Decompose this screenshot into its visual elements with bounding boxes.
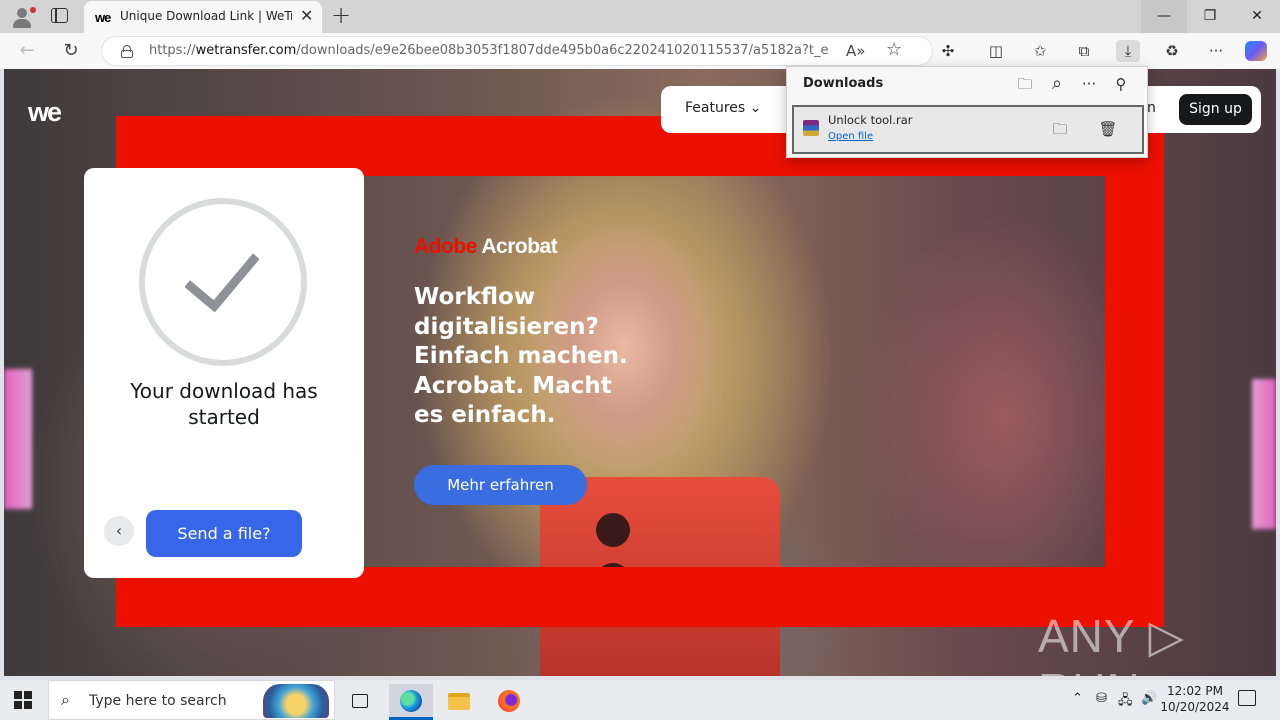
download-card: Your download has started ‹ Send a file? <box>84 168 364 578</box>
open-downloads-folder-icon[interactable]: 🗀 <box>1014 74 1036 94</box>
extensions-icon[interactable]: ✣ <box>936 40 960 62</box>
read-aloud-icon[interactable]: A» <box>846 41 865 61</box>
search-icon: ⌕ <box>61 690 70 709</box>
open-file-link[interactable]: Open file <box>828 131 873 142</box>
task-view-icon[interactable] <box>338 684 382 720</box>
delete-icon[interactable]: 🗑 <box>1096 118 1120 140</box>
wetransfer-logo[interactable]: we <box>28 97 62 128</box>
tray-device-icon[interactable]: ⛁ <box>1096 691 1107 706</box>
ad-line: Acrobat. Macht <box>414 372 612 399</box>
clock-time: 12:02 PM <box>1167 684 1223 698</box>
tab-wetransfer[interactable]: we Unique Download Link | WeTransfer ✕ <box>84 1 322 33</box>
taskbar: ⌕ Type here to search ⌃ ⛁ 🖧 🔊 12:02 PM 1… <box>0 680 1280 720</box>
downloads-flyout: Downloads 🗀 ⌕ ··· ⚲ Unlock tool.rar Open… <box>786 66 1148 158</box>
ad-line: digitalisieren? <box>414 313 599 340</box>
more-options-icon[interactable]: ··· <box>1078 74 1100 94</box>
pin-icon[interactable]: ⚲ <box>1110 74 1132 94</box>
volume-icon[interactable]: 🔊 <box>1141 691 1157 706</box>
send-file-button[interactable]: Send a file? <box>146 510 302 557</box>
ad-line: Einfach machen. <box>414 343 628 369</box>
tab-close-icon[interactable]: ✕ <box>300 7 313 25</box>
minimize-button[interactable]: — <box>1141 0 1187 33</box>
show-in-folder-icon[interactable]: 🗀 <box>1048 118 1072 140</box>
favorite-star-icon[interactable]: ☆ <box>886 40 902 60</box>
lock-icon[interactable] <box>121 45 133 58</box>
sign-up-button[interactable]: Sign up <box>1179 94 1252 125</box>
back-arrow-button[interactable]: ‹ <box>104 516 134 546</box>
copilot-icon[interactable] <box>1245 41 1267 61</box>
clock[interactable]: 12:02 PM 10/20/2024 <box>1160 683 1230 715</box>
taskbar-search-box[interactable]: ⌕ Type here to search <box>48 680 335 720</box>
download-file-name: Unlock tool.rar <box>828 113 913 127</box>
address-bar[interactable]: https://wetransfer.com/downloads/e9e26be… <box>101 36 933 66</box>
download-item[interactable]: Unlock tool.rar Open file 🗀 🗑 <box>792 105 1144 154</box>
rar-file-icon <box>803 120 819 136</box>
neon-light-right <box>1252 379 1276 529</box>
neon-light-left <box>4 369 32 509</box>
wetransfer-favicon-icon: we <box>95 10 111 25</box>
nav-features[interactable]: Features ⌄ <box>685 100 761 116</box>
refresh-icon[interactable]: ↻ <box>58 39 84 63</box>
ad-line: es einfach. <box>414 402 556 428</box>
network-icon[interactable]: 🖧 <box>1118 691 1133 713</box>
tab-actions-icon[interactable] <box>51 8 68 23</box>
ad-line: Workflow <box>414 284 536 310</box>
search-placeholder: Type here to search <box>89 693 227 709</box>
checkmark-icon <box>184 233 260 313</box>
url-text[interactable]: https://wetransfer.com/downloads/e9e26be… <box>149 43 829 58</box>
split-screen-icon[interactable]: ◫ <box>984 40 1008 62</box>
clock-date: 10/20/2024 <box>1160 700 1230 714</box>
edge-taskbar-icon[interactable] <box>389 684 433 720</box>
more-menu-icon[interactable]: ··· <box>1204 40 1228 62</box>
adobe-acrobat-logo: Adobe Acrobat <box>414 235 558 258</box>
profile-icon[interactable] <box>8 4 36 30</box>
firefox-icon[interactable] <box>487 684 531 720</box>
collections-icon[interactable]: ⧉ <box>1072 40 1096 62</box>
tab-title: Unique Download Link | WeTransfer <box>120 9 292 23</box>
ad-headline: Workflow digitalisieren? Einfach machen.… <box>414 283 628 431</box>
mehr-erfahren-button[interactable]: Mehr erfahren <box>414 465 587 505</box>
search-highlight-icon <box>263 684 329 718</box>
address-bar-row: ← ↻ https://wetransfer.com/downloads/e9e… <box>0 33 1280 69</box>
downloads-icon[interactable]: ⤓ <box>1116 40 1140 62</box>
notifications-icon[interactable] <box>1238 690 1256 706</box>
new-tab-button[interactable]: + <box>331 2 351 28</box>
tray-chevron-icon[interactable]: ⌃ <box>1072 691 1083 706</box>
nav-login[interactable]: n <box>1147 100 1156 116</box>
downloads-title: Downloads <box>803 76 884 91</box>
close-window-button[interactable]: ✕ <box>1234 0 1280 33</box>
windows-start-icon[interactable] <box>14 691 32 709</box>
checkmark-circle-icon <box>139 198 307 366</box>
title-bar: we Unique Download Link | WeTransfer ✕ +… <box>0 0 1280 33</box>
download-started-title: Your download has started <box>130 379 318 429</box>
search-downloads-icon[interactable]: ⌕ <box>1046 74 1068 94</box>
browser-essentials-icon[interactable]: ♻ <box>1160 40 1184 62</box>
favorites-icon[interactable]: ✩ <box>1028 40 1052 62</box>
anyrun-watermark: ANY ▷ RUN <box>1038 610 1185 676</box>
back-icon[interactable]: ← <box>14 39 40 63</box>
maximize-button[interactable]: ❐ <box>1187 0 1233 33</box>
page-viewport: we Features ⌄ n Sign up Your download ha… <box>4 69 1276 676</box>
file-explorer-icon[interactable] <box>437 684 481 720</box>
